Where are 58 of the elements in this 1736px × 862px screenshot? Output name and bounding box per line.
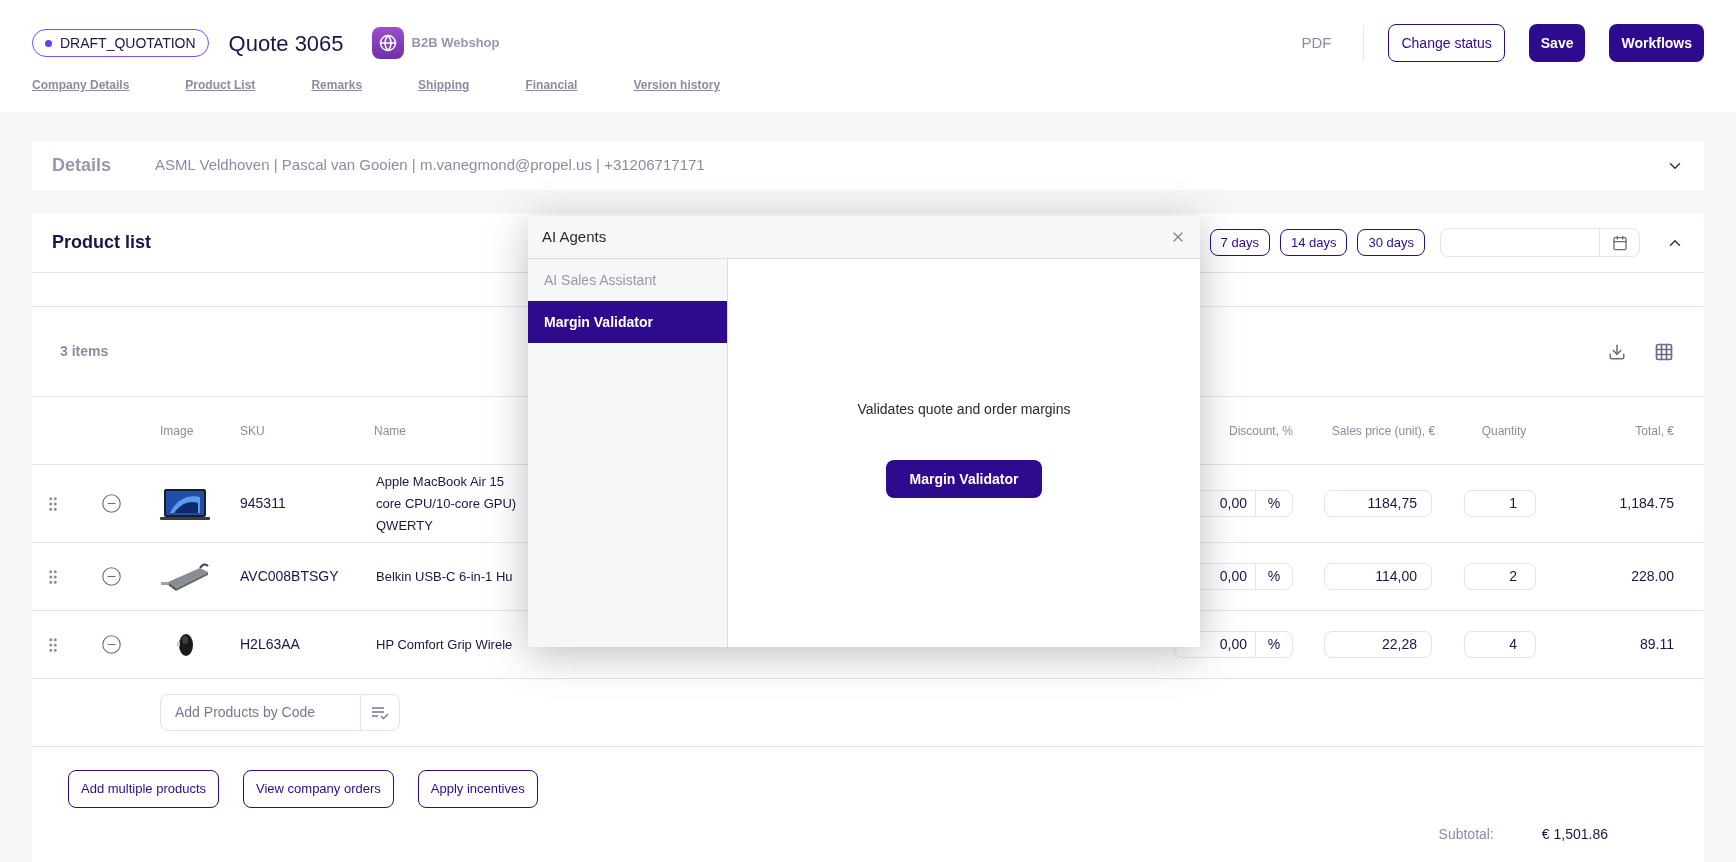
calendar-icon[interactable] bbox=[1611, 234, 1628, 251]
status-label: DRAFT_QUOTATION bbox=[60, 33, 196, 53]
period-chip[interactable]: 7 days bbox=[1209, 229, 1270, 256]
product-name: Apple MacBook Air 15 bbox=[376, 472, 504, 491]
channel-label: B2B Webshop bbox=[411, 34, 500, 53]
column-header: Discount, % bbox=[1228, 423, 1293, 438]
sku-cell: H2L63AA bbox=[240, 636, 300, 652]
price-field[interactable]: 22,28 bbox=[1324, 631, 1432, 658]
subtotal-label: Subtotal: bbox=[1438, 825, 1494, 844]
total-cell: 228.00 bbox=[1631, 568, 1674, 584]
quantity-field[interactable]: 2 bbox=[1464, 563, 1536, 590]
add-products-field[interactable]: Add Products by Code bbox=[160, 694, 400, 731]
period-chip[interactable]: 14 days bbox=[1279, 229, 1348, 256]
period-chip[interactable]: 30 days bbox=[1357, 229, 1425, 256]
sku-cell: 945311 bbox=[240, 495, 286, 511]
column-header: Name bbox=[374, 423, 406, 438]
nav-link[interactable]: Product List bbox=[185, 76, 256, 94]
quantity-field[interactable]: 4 bbox=[1464, 631, 1536, 658]
details-summary: ASML Veldhoven | Pascal van Gooien | m.vanegmond@propel.us | +31206717171 bbox=[155, 155, 705, 176]
column-header: Image bbox=[160, 423, 194, 438]
product-name: core CPU/10-core GPU) bbox=[376, 494, 517, 513]
change-status-button[interactable]: Change status bbox=[1388, 24, 1505, 62]
grid-icon[interactable] bbox=[1654, 341, 1674, 362]
price-field[interactable]: 1184,75 bbox=[1324, 490, 1432, 517]
subtotal-value: € 1,501.86 bbox=[1541, 825, 1608, 844]
quantity-field[interactable]: 1 bbox=[1464, 490, 1536, 517]
details-title: Details bbox=[52, 154, 112, 177]
action-button[interactable]: Save bbox=[1528, 24, 1586, 62]
run-agent-button[interactable]: Margin Validator bbox=[885, 460, 1043, 498]
remove-icon[interactable] bbox=[101, 566, 122, 587]
dialog-title: AI Agents bbox=[542, 226, 607, 247]
download-icon[interactable] bbox=[1608, 342, 1626, 361]
product-name: HP Comfort Grip Wirele bbox=[376, 635, 513, 654]
globe-icon bbox=[371, 27, 404, 59]
column-header: Total, € bbox=[1635, 423, 1674, 438]
column-header: SKU bbox=[240, 423, 265, 438]
item-count: 3 items bbox=[60, 342, 109, 361]
add-products-input[interactable]: Add Products by Code bbox=[161, 702, 360, 723]
secondary-button[interactable]: Add multiple products bbox=[68, 770, 219, 808]
total-cell: 1,184.75 bbox=[1619, 495, 1674, 511]
action-button[interactable]: Workflows bbox=[1609, 24, 1704, 62]
total-cell: 89.11 bbox=[1640, 636, 1674, 652]
product-list-title: Product list bbox=[52, 231, 151, 254]
quote-title: Quote 3065 bbox=[228, 29, 344, 58]
secondary-button[interactable]: Apply incentives bbox=[417, 770, 538, 808]
agent-item[interactable]: Margin Validator bbox=[528, 301, 727, 343]
product-name: Belkin USB-C 6-in-1 Hu bbox=[376, 567, 513, 586]
agent-description: Validates quote and order margins bbox=[857, 400, 1071, 419]
column-header: Sales price (unit), € bbox=[1331, 423, 1436, 438]
column-header: Quantity bbox=[1481, 423, 1527, 438]
sku-cell: AVC008BTSGY bbox=[240, 568, 339, 584]
date-field[interactable] bbox=[1440, 228, 1640, 257]
secondary-button[interactable]: View company orders bbox=[243, 770, 394, 808]
remove-icon[interactable] bbox=[101, 634, 122, 655]
price-field[interactable]: 114,00 bbox=[1324, 563, 1432, 590]
product-name: QWERTY bbox=[376, 516, 433, 535]
list-check-icon bbox=[371, 705, 389, 720]
remove-icon[interactable] bbox=[101, 493, 122, 514]
